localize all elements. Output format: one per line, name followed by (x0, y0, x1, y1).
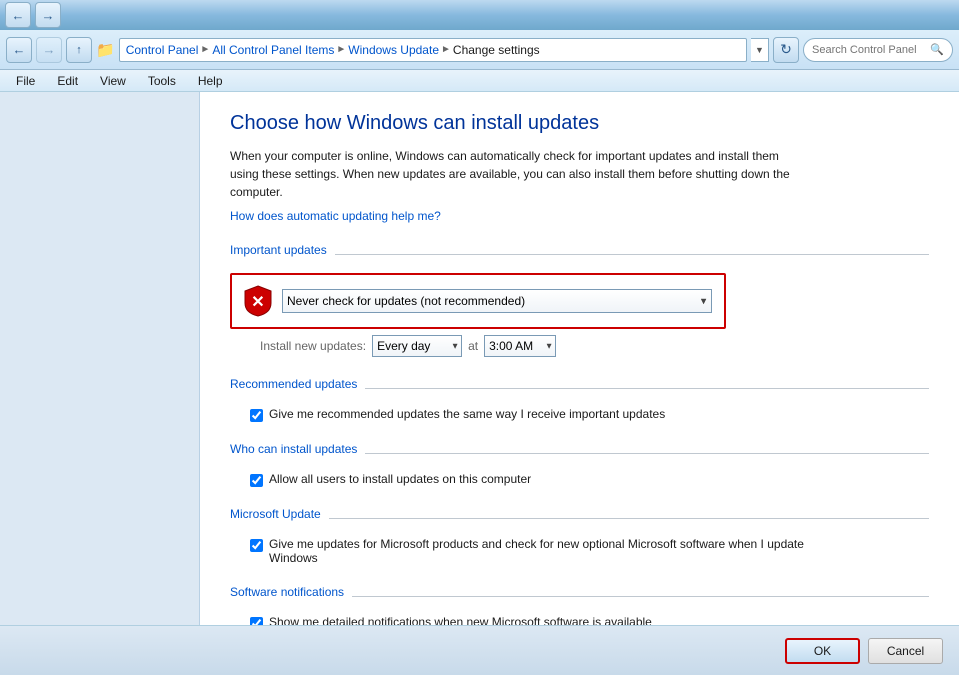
sep2: ► (336, 44, 346, 55)
rec-divider (365, 388, 929, 389)
sw-divider (352, 596, 929, 597)
sw-checkbox-label: Show me detailed notifications when new … (269, 615, 652, 625)
time-dropdown-wrapper: 3:00 AM 6:00 AM 12:00 AM ▼ (484, 335, 556, 357)
bottom-bar: OK Cancel (0, 625, 959, 675)
ms-checkbox[interactable] (250, 539, 263, 552)
breadcrumb-all-items[interactable]: All Control Panel Items (212, 43, 334, 57)
important-updates-box: ✕ Install updates automatically (recomme… (230, 273, 726, 329)
content-area: Choose how Windows can install updates W… (200, 92, 959, 625)
search-icon: 🔍 (930, 43, 944, 56)
who-checkbox[interactable] (250, 474, 263, 487)
refresh-button[interactable]: ↻ (773, 37, 799, 63)
who-install-section: Who can install updates Allow all users … (230, 436, 929, 487)
ms-divider (329, 518, 929, 519)
ms-checkbox-label: Give me updates for Microsoft products a… (269, 537, 810, 565)
svg-text:✕: ✕ (251, 294, 264, 311)
title-bar: ← → (0, 0, 959, 30)
recommended-updates-title: Recommended updates (230, 377, 357, 391)
rec-checkbox-row: Give me recommended updates the same way… (250, 407, 810, 422)
software-notifications-title: Software notifications (230, 585, 344, 599)
up-button[interactable]: ↑ (66, 37, 92, 63)
who-divider (365, 453, 929, 454)
menu-help[interactable]: Help (188, 72, 233, 90)
section-header-row: Important updates (230, 243, 929, 265)
rec-checkbox[interactable] (250, 409, 263, 422)
cancel-button[interactable]: Cancel (868, 638, 943, 664)
ms-header-row: Microsoft Update (230, 507, 929, 529)
install-row: Install new updates: Every day Every wee… (230, 335, 929, 357)
breadcrumb-bar: Control Panel ► All Control Panel Items … (119, 38, 747, 62)
breadcrumb-dropdown[interactable]: ▼ (751, 38, 769, 62)
important-updates-dropdown-wrapper: Install updates automatically (recommend… (282, 289, 712, 313)
sep1: ► (200, 44, 210, 55)
time-dropdown[interactable]: 3:00 AM 6:00 AM 12:00 AM (484, 335, 556, 357)
back-nav-button[interactable]: ← (6, 37, 32, 63)
help-link[interactable]: How does automatic updating help me? (230, 209, 441, 223)
back-button[interactable]: ← (5, 2, 31, 28)
microsoft-update-section: Microsoft Update Give me updates for Mic… (230, 501, 929, 565)
at-label: at (468, 339, 478, 353)
software-notifications-section: Software notifications Show me detailed … (230, 579, 929, 625)
menu-file[interactable]: File (6, 72, 45, 90)
who-header-row: Who can install updates (230, 442, 929, 464)
address-bar: ← → ↑ 📁 Control Panel ► All Control Pane… (0, 30, 959, 70)
main-content: Choose how Windows can install updates W… (0, 92, 959, 625)
ok-button[interactable]: OK (785, 638, 860, 664)
breadcrumb-windows-update[interactable]: Windows Update (348, 43, 439, 57)
search-input[interactable] (812, 44, 926, 56)
menu-bar: File Edit View Tools Help (0, 70, 959, 92)
sep3: ► (441, 44, 451, 55)
menu-view[interactable]: View (90, 72, 136, 90)
important-updates-section: Important updates ✕ Install updates auto… (230, 237, 929, 357)
important-updates-title: Important updates (230, 243, 327, 257)
sw-checkbox-row: Show me detailed notifications when new … (250, 615, 810, 625)
folder-icon: 📁 (96, 41, 115, 59)
who-checkbox-label: Allow all users to install updates on th… (269, 472, 531, 486)
microsoft-update-title: Microsoft Update (230, 507, 321, 521)
important-updates-dropdown[interactable]: Install updates automatically (recommend… (282, 289, 712, 313)
forward-button[interactable]: → (35, 2, 61, 28)
search-box: 🔍 (803, 38, 953, 62)
breadcrumb-current: Change settings (453, 43, 540, 57)
recommended-updates-section: Recommended updates Give me recommended … (230, 371, 929, 422)
page-description: When your computer is online, Windows ca… (230, 147, 810, 201)
page-title: Choose how Windows can install updates (230, 112, 929, 135)
rec-header-row: Recommended updates (230, 377, 929, 399)
rec-checkbox-label: Give me recommended updates the same way… (269, 407, 665, 421)
install-label: Install new updates: (260, 339, 366, 353)
frequency-dropdown[interactable]: Every day Every week (372, 335, 462, 357)
section-divider (335, 254, 929, 255)
breadcrumb-control-panel[interactable]: Control Panel (126, 43, 199, 57)
sw-checkbox[interactable] (250, 617, 263, 625)
ms-checkbox-row: Give me updates for Microsoft products a… (250, 537, 810, 565)
shield-icon: ✕ (244, 285, 272, 317)
sw-header-row: Software notifications (230, 585, 929, 607)
menu-tools[interactable]: Tools (138, 72, 186, 90)
left-panel (0, 92, 200, 625)
who-install-title: Who can install updates (230, 442, 357, 456)
menu-edit[interactable]: Edit (47, 72, 88, 90)
forward-nav-button[interactable]: → (36, 37, 62, 63)
frequency-dropdown-wrapper: Every day Every week ▼ (372, 335, 462, 357)
who-checkbox-row: Allow all users to install updates on th… (250, 472, 810, 487)
